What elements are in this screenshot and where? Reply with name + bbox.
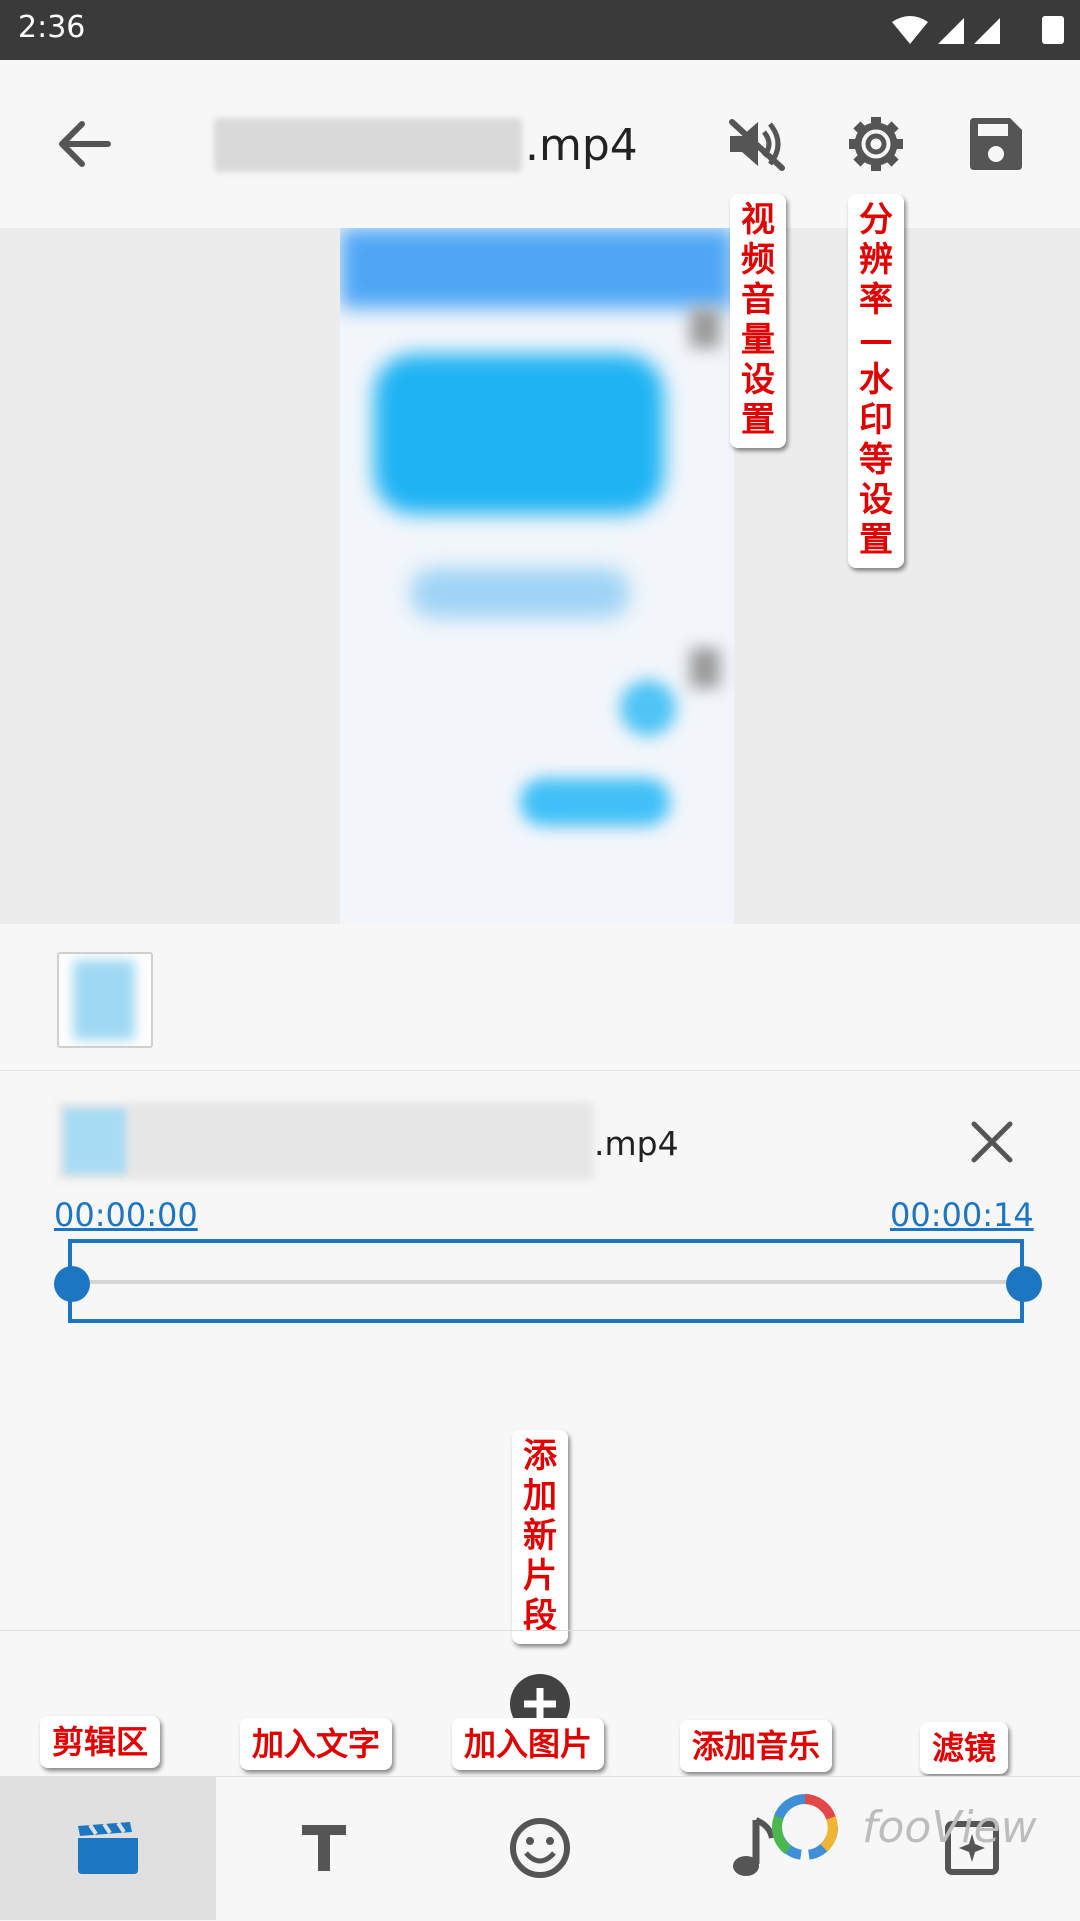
arrow-back-icon[interactable] xyxy=(54,116,114,172)
wifi-icon xyxy=(892,16,928,44)
callout-add-music: 添加音乐 xyxy=(680,1720,833,1772)
tab-add-text[interactable] xyxy=(216,1776,432,1920)
start-time[interactable]: 00:00:00 xyxy=(54,1196,198,1234)
video-preview[interactable] xyxy=(340,228,734,924)
emoji-icon xyxy=(510,1818,570,1878)
clip-thumbnail[interactable] xyxy=(57,952,153,1048)
watermark-text: fooView xyxy=(862,1802,1037,1853)
clapperboard-icon xyxy=(78,1822,138,1874)
fooview-logo xyxy=(771,1794,838,1860)
trim-start-handle[interactable] xyxy=(54,1266,90,1302)
title-redacted xyxy=(214,118,522,172)
clip-title-redacted xyxy=(58,1102,594,1180)
callout-add-clip: 添加新片段 xyxy=(512,1430,568,1644)
callout-add-image: 加入图片 xyxy=(452,1718,605,1770)
signal-icon xyxy=(974,18,1000,44)
end-time[interactable]: 00:00:14 xyxy=(890,1196,1034,1234)
clip-filename: .mp4 xyxy=(594,1124,679,1163)
tab-add-image[interactable] xyxy=(432,1776,648,1920)
callout-volume: 视频音量设置 xyxy=(730,194,786,448)
trim-end-handle[interactable] xyxy=(1006,1266,1042,1302)
callout-edit: 剪辑区 xyxy=(40,1716,161,1768)
save-icon[interactable] xyxy=(970,118,1022,170)
close-icon[interactable] xyxy=(970,1120,1014,1164)
status-icons xyxy=(892,16,1064,44)
callout-settings: 分辨率—水印等设置 xyxy=(848,194,904,568)
callout-add-text: 加入文字 xyxy=(240,1718,393,1770)
volume-off-icon[interactable] xyxy=(726,116,786,172)
gear-icon[interactable] xyxy=(848,116,904,172)
tab-clip-edit[interactable] xyxy=(0,1776,216,1920)
trim-track xyxy=(72,1280,1024,1284)
status-time: 2:36 xyxy=(18,10,86,45)
video-title: .mp4 xyxy=(525,120,638,171)
divider xyxy=(0,1630,1080,1631)
clip-strip xyxy=(0,924,1080,1071)
battery-icon xyxy=(1042,16,1064,44)
text-icon xyxy=(302,1825,346,1871)
callout-filter: 滤镜 xyxy=(920,1722,1009,1774)
signal-icon xyxy=(938,18,964,44)
